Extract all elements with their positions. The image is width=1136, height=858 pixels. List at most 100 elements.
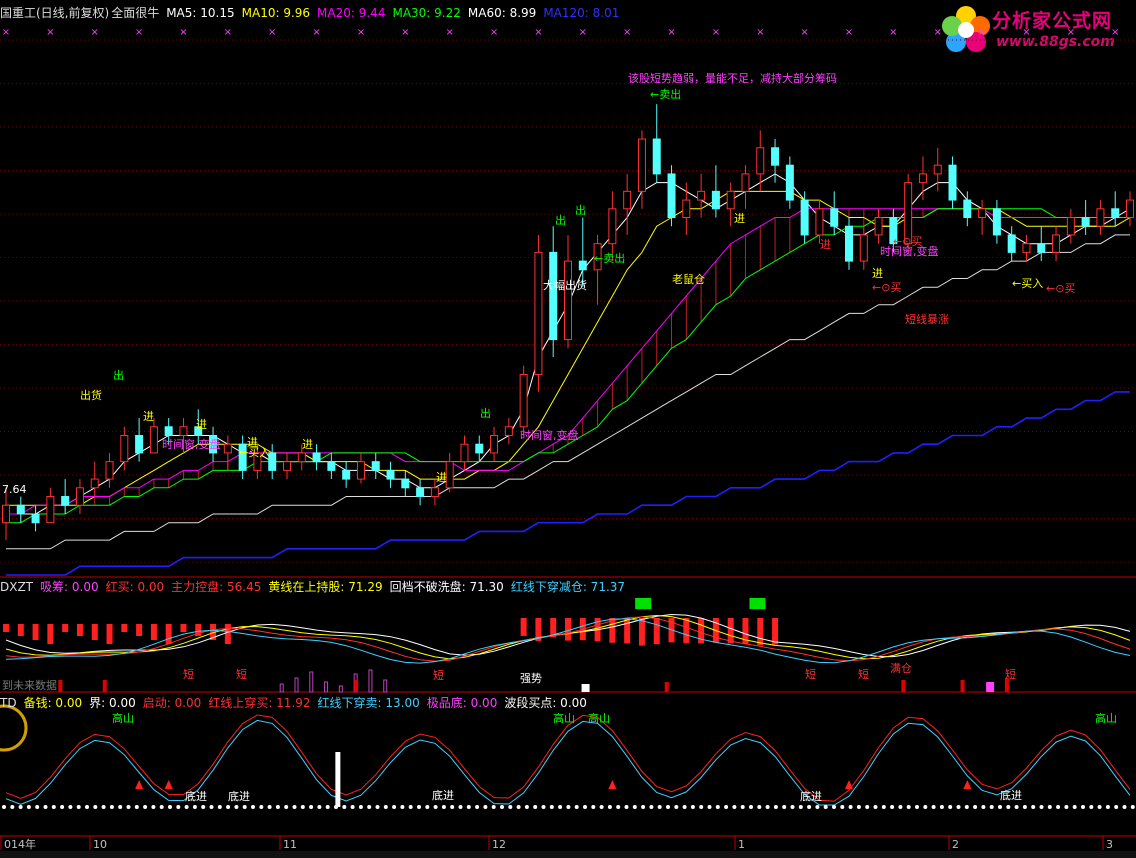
baseline-dot [998,805,1002,809]
candle-body [223,443,232,454]
top-x-marker: × [1067,27,1075,38]
baseline-dot [458,805,463,809]
candle-body [918,173,927,184]
candle-body [534,251,543,375]
baseline-dot [475,805,480,809]
bottom-tab-bar[interactable] [0,851,1136,858]
buy-arrow-icon [845,780,853,789]
baseline-dot [101,805,106,809]
candle-body [297,452,306,463]
top-x-marker: × [224,27,232,38]
baseline-dot [500,805,504,809]
candle-body [1081,217,1090,227]
baseline-dot [400,805,405,809]
baseline-dot [450,805,455,809]
candle-body [874,217,883,236]
top-x-marker: × [845,27,853,38]
candle-body [342,469,351,480]
top-x-marker: × [712,27,720,38]
chart-annotation: 出 [555,214,566,227]
candle-body [1037,243,1046,253]
accumulation-bar [383,679,388,693]
chart-annotation: ←⊙买 [872,281,902,294]
baseline-dot [491,805,496,809]
chart-annotation: 进 [820,238,831,251]
baseline-dot [549,805,554,809]
baseline-dot [624,805,629,809]
panel2-items-0: 吸筹: 0.00 [40,580,99,594]
gauge-circle [0,704,28,752]
baseline-dot [533,805,538,809]
candle-body [460,443,469,463]
baseline-dot [666,805,670,809]
baseline-dot [10,805,15,809]
candle-body [179,426,188,436]
baseline-dot [948,805,953,809]
top-x-marker: × [135,27,143,38]
candle-body [371,461,380,471]
x-tick-label: 10 [93,838,107,851]
baseline-dot [832,805,836,809]
baseline-dot [2,805,6,809]
candle-body [549,251,558,341]
candle-body [992,208,1001,236]
baseline-dot [184,805,189,809]
baseline-dot [981,805,986,809]
baseline-dot [60,805,65,809]
baseline-dot [989,805,994,809]
panel3-items-2: 启动: 0.00 [142,696,202,710]
baseline-dot [226,805,231,809]
volume-bar [624,618,631,644]
baseline-dot [939,805,944,809]
candle-body [845,225,853,262]
short-signal-bar [354,680,359,692]
baseline-dot [815,805,820,809]
strong-signal-box [581,684,590,692]
baseline-dot [1006,805,1011,809]
top-x-marker: × [800,27,808,38]
top-x-marker: × [179,27,187,38]
indicator-annotation: 短 [433,669,444,682]
baseline-dot [217,805,222,809]
chart-annotation: 该股短势趋弱，量能不足，减持大部分筹码 [628,72,837,85]
candle-body [327,461,336,471]
top-x-marker: × [889,27,897,38]
baseline-dot [350,805,355,809]
baseline-dot [43,805,48,809]
signal-annotation: 底进 [432,789,454,802]
future-data-note: 到未来数据 [2,679,57,692]
baseline-dot [1081,805,1085,809]
baseline-dot [300,805,305,809]
baseline-dot [251,805,255,809]
candle-body [312,452,321,463]
chart-annotation: 进 [436,471,447,484]
baseline-dot [798,805,803,809]
chart-annotation: ←卖出 [594,252,626,265]
candle-body [1096,208,1105,227]
panel3-name: TD [0,696,17,710]
short-signal-bar [664,682,669,692]
baseline-dot [466,805,471,809]
baseline-dot [76,805,81,809]
baseline-dot [632,805,637,809]
volume-bar [76,624,83,636]
green-signal-box [749,598,766,609]
candle-body [771,147,780,166]
baseline-dot [433,805,438,809]
volume-bar [32,624,39,640]
x-tick-label: 12 [492,838,506,851]
panel2-items-2: 主力控盘: 56.45 [171,580,262,594]
baseline-dot [1122,805,1127,809]
candle-body [120,434,129,463]
baseline-dot [109,805,114,809]
chart-annotation: 进 [247,436,258,449]
candle-body [164,426,173,436]
baseline-dot [358,805,363,809]
buy-arrow-icon [608,780,617,789]
candle-body [356,461,365,480]
baseline-dot [192,805,197,809]
baseline-dot [749,805,753,809]
baseline-dot [964,805,969,809]
ma-line-ma120 [6,391,1130,576]
baseline-dot [35,805,40,809]
